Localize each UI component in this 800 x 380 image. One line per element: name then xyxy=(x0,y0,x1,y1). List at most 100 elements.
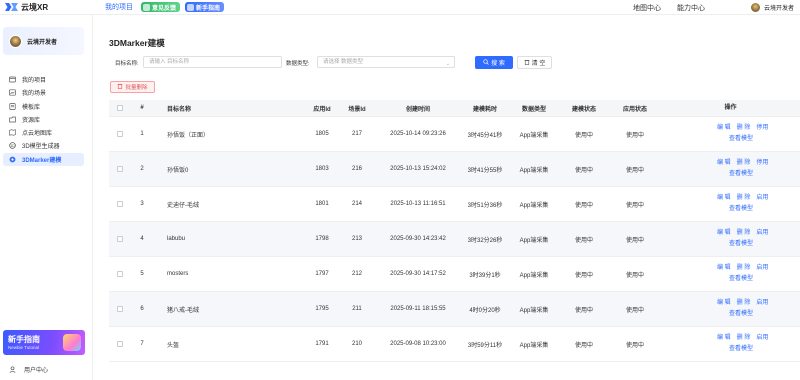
row-checkbox[interactable] xyxy=(109,341,131,347)
view-model-link[interactable]: 查看模型 xyxy=(729,171,753,177)
delete-link[interactable]: 删 除 xyxy=(737,300,751,306)
sidebar-item-resources[interactable]: 资源库 xyxy=(3,113,84,126)
toggle-status-link[interactable]: 启用 xyxy=(756,300,768,306)
row-app-status: 使用中 xyxy=(625,272,644,279)
row-checkbox[interactable] xyxy=(109,271,131,277)
sidebar-item-model-generator[interactable]: 3D 3D模型生成器 xyxy=(3,139,84,152)
view-model-link[interactable]: 查看模型 xyxy=(729,241,753,247)
search-label: 搜 索 xyxy=(491,61,505,67)
row-target-name: labubu xyxy=(167,236,186,242)
brand-name: 云境XR xyxy=(21,2,49,12)
guide-button[interactable]: 新手指南 xyxy=(185,2,225,12)
sidebar-item-my-projects[interactable]: 我的项目 xyxy=(3,73,84,86)
toggle-status-link[interactable]: 启用 xyxy=(756,230,768,236)
sidebar: 云境开发者 我的项目 我的场景 模板库 资源库 点云地图库 3D 3D模型生成器 xyxy=(0,15,93,380)
toggle-status-link[interactable]: 停用 xyxy=(756,160,768,166)
search-icon xyxy=(483,58,489,67)
view-model-link[interactable]: 查看模型 xyxy=(729,136,753,142)
delete-link[interactable]: 删 除 xyxy=(737,230,751,236)
top-navbar: 云境XR 我的项目 意见反馈 新手指南 地图中心 能力中心 云境开发者 xyxy=(0,0,800,15)
target-name-input[interactable]: 请输入 目标名称 xyxy=(143,56,282,68)
view-model-link[interactable]: 查看模型 xyxy=(729,311,753,317)
delete-link[interactable]: 删 除 xyxy=(737,265,751,271)
pointcloud-icon xyxy=(9,129,16,136)
row-actions: 编 辑删 除停用 查看模型 xyxy=(661,123,800,145)
sidebar-item-3dmarker[interactable]: 3DMarker建模 xyxy=(3,152,84,166)
brand-logo[interactable]: 云境XR xyxy=(5,2,105,13)
sidebar-item-my-scenes[interactable]: 我的场景 xyxy=(3,86,84,99)
row-build-status: 使用中 xyxy=(574,307,593,314)
row-checkbox[interactable] xyxy=(109,201,131,207)
row-app-status: 使用中 xyxy=(625,167,644,174)
user-icon xyxy=(9,366,16,373)
page-title: 3DMarker建模 xyxy=(109,38,165,48)
row-build-status: 使用中 xyxy=(574,237,593,244)
row-build-status: 使用中 xyxy=(574,202,593,209)
row-data-type: App端采集 xyxy=(519,272,549,279)
delete-link[interactable]: 删 除 xyxy=(737,335,751,341)
row-index: 6 xyxy=(140,306,144,312)
row-app-id: 1803 xyxy=(315,166,329,172)
row-checkbox[interactable] xyxy=(109,236,131,242)
feedback-label: 意见反馈 xyxy=(152,5,177,12)
search-button[interactable]: 搜 索 xyxy=(475,56,513,69)
user-card[interactable]: 云境开发者 xyxy=(3,27,84,55)
batch-delete-button[interactable]: 批量删除 xyxy=(110,81,155,93)
reset-label: 清 空 xyxy=(531,61,546,67)
guide-label: 新手指南 xyxy=(196,5,221,12)
row-build-status: 使用中 xyxy=(574,272,593,279)
row-index: 4 xyxy=(140,236,144,242)
view-model-link[interactable]: 查看模型 xyxy=(729,276,753,282)
col-index: # xyxy=(140,105,144,111)
delete-link[interactable]: 删 除 xyxy=(737,160,751,166)
trash-icon xyxy=(524,59,530,67)
row-app-id: 1795 xyxy=(315,306,329,312)
row-created-time: 2025-10-13 11:16:51 xyxy=(390,201,446,207)
toggle-status-link[interactable]: 启用 xyxy=(756,335,768,341)
data-type-select[interactable]: 请选择 数据类型 ⌄ xyxy=(317,56,455,68)
user-avatar xyxy=(9,34,22,48)
row-duration: 3时59分11秒 xyxy=(467,342,503,349)
nav-map-center[interactable]: 地图中心 xyxy=(633,3,661,13)
row-checkbox[interactable] xyxy=(109,306,131,312)
newbie-guide-banner[interactable]: 新手指南 Newbie Tutorial xyxy=(3,330,85,355)
row-duration: 4时0分20秒 xyxy=(469,307,501,314)
edit-link[interactable]: 编 辑 xyxy=(717,335,731,341)
toggle-status-link[interactable]: 启用 xyxy=(756,265,768,271)
row-target-name: 头盔 xyxy=(167,342,180,349)
delete-link[interactable]: 删 除 xyxy=(737,125,751,131)
edit-link[interactable]: 编 辑 xyxy=(717,265,731,271)
row-created-time: 2025-10-13 15:24:02 xyxy=(390,166,446,172)
edit-link[interactable]: 编 辑 xyxy=(717,230,731,236)
table-row: 7 头盔 1791 210 2025-09-08 10:23:00 3时59分11秒 App… xyxy=(109,327,800,362)
row-target-name: 孙悟饭（正面） xyxy=(167,132,210,139)
user-center-link[interactable]: 用户中心 xyxy=(9,365,48,374)
delete-link[interactable]: 删 除 xyxy=(737,195,751,201)
sidebar-item-label: 模板库 xyxy=(22,104,41,111)
col-duration: 建模耗时 xyxy=(472,106,497,113)
nav-my-projects[interactable]: 我的项目 xyxy=(105,2,133,12)
avatar[interactable] xyxy=(750,3,760,12)
reset-button[interactable]: 清 空 xyxy=(517,56,552,69)
feedback-button[interactable]: 意见反馈 xyxy=(141,2,181,12)
main-content: 3DMarker建模 目标名称: 请输入 目标名称 数据类型: 请选择 数据类型… xyxy=(93,15,800,380)
sidebar-item-pointcloud[interactable]: 点云地图库 xyxy=(3,126,84,139)
row-checkbox[interactable] xyxy=(109,166,131,172)
edit-link[interactable]: 编 辑 xyxy=(717,300,731,306)
col-actions: 操作 xyxy=(724,104,737,111)
row-checkbox[interactable] xyxy=(109,131,131,137)
table-row: 1 孙悟饭（正面） 1805 217 2025-10-14 09:23:26 3时45分4… xyxy=(109,117,800,152)
nav-ability-center[interactable]: 能力中心 xyxy=(677,3,705,13)
toggle-status-link[interactable]: 启用 xyxy=(756,195,768,201)
scene-icon xyxy=(9,89,16,96)
edit-link[interactable]: 编 辑 xyxy=(717,160,731,166)
view-model-link[interactable]: 查看模型 xyxy=(729,346,753,352)
view-model-link[interactable]: 查看模型 xyxy=(729,206,753,212)
row-scene-id: 213 xyxy=(351,236,362,242)
edit-link[interactable]: 编 辑 xyxy=(717,125,731,131)
toggle-status-link[interactable]: 停用 xyxy=(756,125,768,131)
sidebar-item-templates[interactable]: 模板库 xyxy=(3,100,84,113)
top-username[interactable]: 云境开发者 xyxy=(764,3,794,12)
select-all-checkbox[interactable] xyxy=(109,105,131,111)
edit-link[interactable]: 编 辑 xyxy=(717,195,731,201)
